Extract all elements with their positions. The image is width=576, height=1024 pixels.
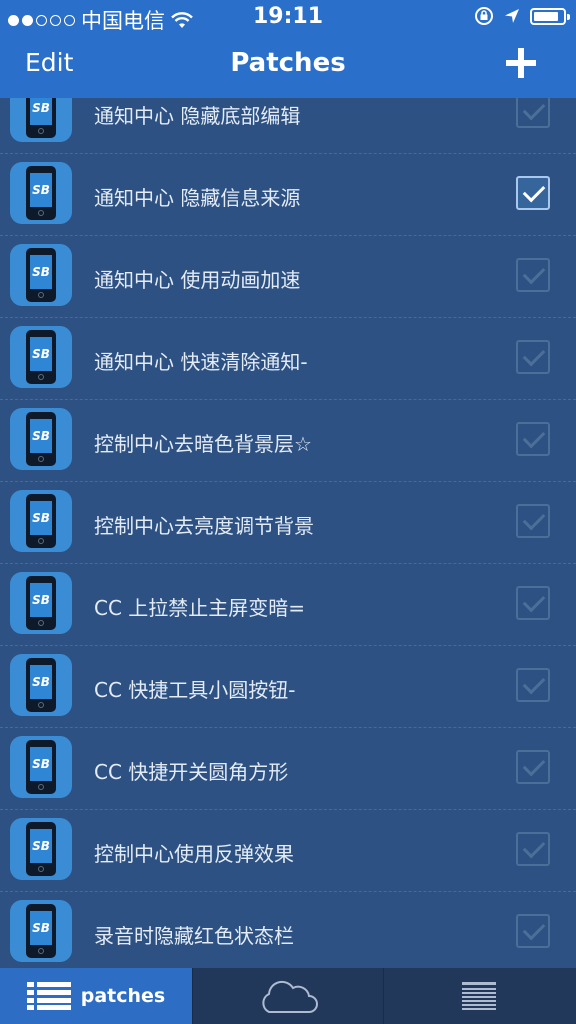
patch-row[interactable]: SB 通知中心 隐藏信息来源 (0, 154, 576, 236)
battery-icon (530, 7, 570, 25)
patch-label: 通知中心 使用动画加速 (94, 268, 301, 292)
patch-row[interactable]: SB 通知中心 快速清除通知- (0, 318, 576, 400)
patch-label: 通知中心 快速清除通知- (94, 350, 308, 374)
patch-row[interactable]: SB CC 快捷开关圆角方形 (0, 728, 576, 810)
checkmark-icon (522, 917, 546, 941)
phone-icon: SB (26, 330, 56, 384)
tab-news[interactable] (384, 968, 576, 1024)
icon-text: SB (30, 337, 52, 371)
icon-text: SB (30, 255, 52, 289)
patch-row[interactable]: SB 录音时隐藏红色状态栏 (0, 892, 576, 968)
phone-icon: SB (26, 740, 56, 794)
patch-row[interactable]: SB 控制中心去亮度调节背景 (0, 482, 576, 564)
patch-toggle-checkbox[interactable] (516, 258, 550, 292)
patch-toggle-checkbox[interactable] (516, 98, 550, 128)
patch-label: 通知中心 隐藏底部编辑 (94, 104, 301, 128)
navigation-bar: Edit Patches (0, 34, 576, 98)
springboard-app-icon: SB (10, 490, 72, 552)
patch-toggle-checkbox[interactable] (516, 340, 550, 374)
patch-list[interactable]: SB 通知中心 隐藏底部编辑 SB 通知中心 隐藏信息来源 SB 通知中心 使用动画加速 S… (0, 98, 576, 968)
springboard-app-icon: SB (10, 244, 72, 306)
icon-text: SB (30, 747, 52, 781)
checkmark-icon (522, 343, 546, 367)
icon-text: SB (30, 173, 52, 207)
patch-toggle-checkbox[interactable] (516, 586, 550, 620)
icon-text: SB (30, 501, 52, 535)
patch-row[interactable]: SB 通知中心 使用动画加速 (0, 236, 576, 318)
list-icon (26, 982, 71, 1010)
springboard-app-icon: SB (10, 162, 72, 224)
patch-toggle-checkbox[interactable] (516, 832, 550, 866)
location-arrow-icon (505, 9, 519, 23)
patch-toggle-checkbox[interactable] (516, 914, 550, 948)
icon-text: SB (30, 911, 52, 945)
add-patch-button[interactable] (506, 48, 536, 78)
patch-toggle-checkbox[interactable] (516, 422, 550, 456)
news-icon (462, 982, 496, 1010)
checkmark-icon (522, 425, 546, 449)
patch-toggle-checkbox[interactable] (516, 668, 550, 702)
tab-bar: patches (0, 968, 576, 1024)
status-bar: 中国电信 19:11 (0, 0, 576, 34)
tab-patches[interactable]: patches (0, 968, 192, 1024)
phone-icon: SB (26, 98, 56, 138)
tab-cloud[interactable] (192, 968, 384, 1024)
patch-toggle-checkbox[interactable] (516, 176, 550, 210)
patch-label: 录音时隐藏红色状态栏 (94, 924, 294, 948)
icon-text: SB (30, 829, 52, 863)
phone-icon: SB (26, 412, 56, 466)
checkmark-icon (522, 671, 546, 695)
rotation-lock-icon (475, 7, 493, 25)
patch-label: CC 快捷开关圆角方形 (94, 760, 289, 784)
patch-row[interactable]: SB CC 上拉禁止主屏变暗= (0, 564, 576, 646)
springboard-app-icon: SB (10, 654, 72, 716)
phone-icon: SB (26, 658, 56, 712)
status-right (474, 6, 570, 26)
patch-label: CC 快捷工具小圆按钮- (94, 678, 296, 702)
patch-row[interactable]: SB 控制中心去暗色背景层☆ (0, 400, 576, 482)
icon-text: SB (30, 665, 52, 699)
patch-toggle-checkbox[interactable] (516, 504, 550, 538)
screen: 中国电信 19:11 Edit Patches SB 通知中心 隐藏底部编辑 S… (0, 0, 576, 1024)
checkmark-icon (522, 179, 546, 203)
phone-icon: SB (26, 576, 56, 630)
springboard-app-icon: SB (10, 326, 72, 388)
patch-label: CC 上拉禁止主屏变暗= (94, 596, 306, 620)
springboard-app-icon: SB (10, 900, 72, 962)
checkmark-icon (522, 507, 546, 531)
tab-patches-label: patches (80, 985, 166, 1007)
patch-label: 控制中心使用反弹效果 (94, 842, 294, 866)
checkmark-icon (522, 589, 546, 613)
springboard-app-icon: SB (10, 408, 72, 470)
patch-label: 通知中心 隐藏信息来源 (94, 186, 301, 210)
patch-label: 控制中心去暗色背景层☆ (94, 432, 312, 456)
patch-toggle-checkbox[interactable] (516, 750, 550, 784)
patch-label: 控制中心去亮度调节背景 (94, 514, 314, 538)
phone-icon: SB (26, 248, 56, 302)
page-title: Patches (230, 48, 346, 78)
icon-text: SB (30, 583, 52, 617)
cloud-icon (262, 980, 318, 1013)
icon-text: SB (30, 419, 52, 453)
springboard-app-icon: SB (10, 572, 72, 634)
phone-icon: SB (26, 494, 56, 548)
patch-row[interactable]: SB 通知中心 隐藏底部编辑 (0, 98, 576, 154)
patch-row[interactable]: SB CC 快捷工具小圆按钮- (0, 646, 576, 728)
phone-icon: SB (26, 822, 56, 876)
phone-icon: SB (26, 166, 56, 220)
checkmark-icon (522, 261, 546, 285)
springboard-app-icon: SB (10, 736, 72, 798)
icon-text: SB (30, 98, 52, 125)
springboard-app-icon: SB (10, 98, 72, 142)
checkmark-icon (522, 835, 546, 859)
springboard-app-icon: SB (10, 818, 72, 880)
checkmark-icon (522, 753, 546, 777)
patch-row[interactable]: SB 控制中心使用反弹效果 (0, 810, 576, 892)
phone-icon: SB (26, 904, 56, 958)
checkmark-icon (522, 98, 546, 121)
